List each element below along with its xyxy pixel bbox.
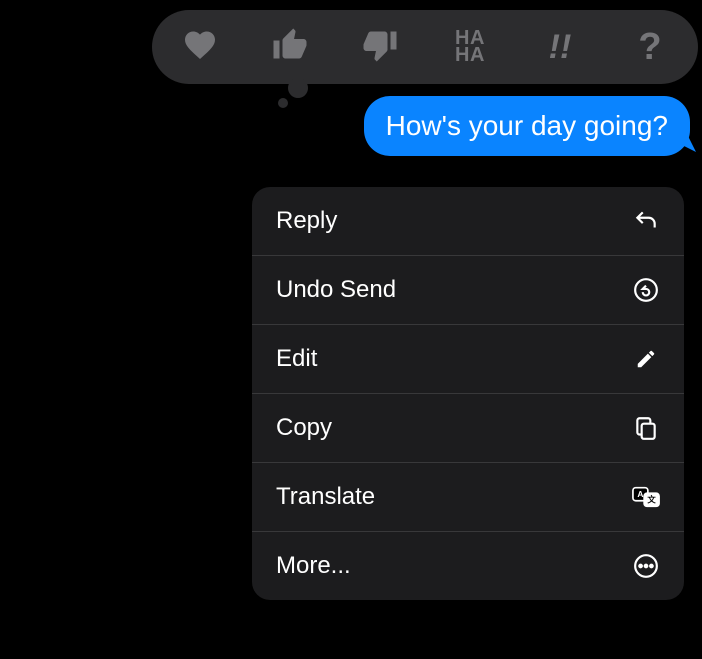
edit-icon bbox=[632, 345, 660, 373]
svg-text:文: 文 bbox=[647, 495, 656, 505]
translate-icon: A 文 bbox=[632, 483, 660, 511]
copy-icon bbox=[632, 414, 660, 442]
more-icon bbox=[632, 552, 660, 580]
reaction-bar: HA HA !! ? bbox=[152, 10, 698, 84]
thumbs-up-icon bbox=[272, 27, 308, 68]
menu-undo-send[interactable]: Undo Send bbox=[252, 256, 684, 325]
reaction-heart[interactable] bbox=[180, 27, 220, 67]
reaction-haha[interactable]: HA HA bbox=[450, 27, 490, 67]
reaction-tail bbox=[288, 78, 308, 98]
menu-edit-label: Edit bbox=[276, 345, 317, 373]
reaction-tail-small bbox=[278, 98, 288, 108]
reply-icon bbox=[632, 207, 660, 235]
menu-more[interactable]: More... bbox=[252, 532, 684, 600]
menu-reply[interactable]: Reply bbox=[252, 187, 684, 256]
haha-icon: HA HA bbox=[455, 30, 485, 64]
undo-icon bbox=[632, 276, 660, 304]
exclaim-icon: !! bbox=[549, 28, 572, 67]
menu-translate-label: Translate bbox=[276, 483, 375, 511]
menu-translate[interactable]: Translate A 文 bbox=[252, 463, 684, 532]
menu-more-label: More... bbox=[276, 552, 351, 580]
menu-copy-label: Copy bbox=[276, 414, 332, 442]
message-text: How's your day going? bbox=[386, 110, 668, 141]
menu-reply-label: Reply bbox=[276, 207, 337, 235]
menu-copy[interactable]: Copy bbox=[252, 394, 684, 463]
thumbs-down-icon bbox=[362, 27, 398, 68]
menu-edit[interactable]: Edit bbox=[252, 325, 684, 394]
context-menu: Reply Undo Send Edit Copy bbox=[252, 187, 684, 600]
reaction-question[interactable]: ? bbox=[630, 27, 670, 67]
message-bubble[interactable]: How's your day going? bbox=[364, 96, 690, 156]
reaction-thumbs-down[interactable] bbox=[360, 27, 400, 67]
reaction-thumbs-up[interactable] bbox=[270, 27, 310, 67]
svg-text:A: A bbox=[637, 489, 643, 499]
question-icon: ? bbox=[638, 26, 661, 69]
reaction-exclaim[interactable]: !! bbox=[540, 27, 580, 67]
heart-icon bbox=[182, 27, 218, 68]
menu-undo-send-label: Undo Send bbox=[276, 276, 396, 304]
